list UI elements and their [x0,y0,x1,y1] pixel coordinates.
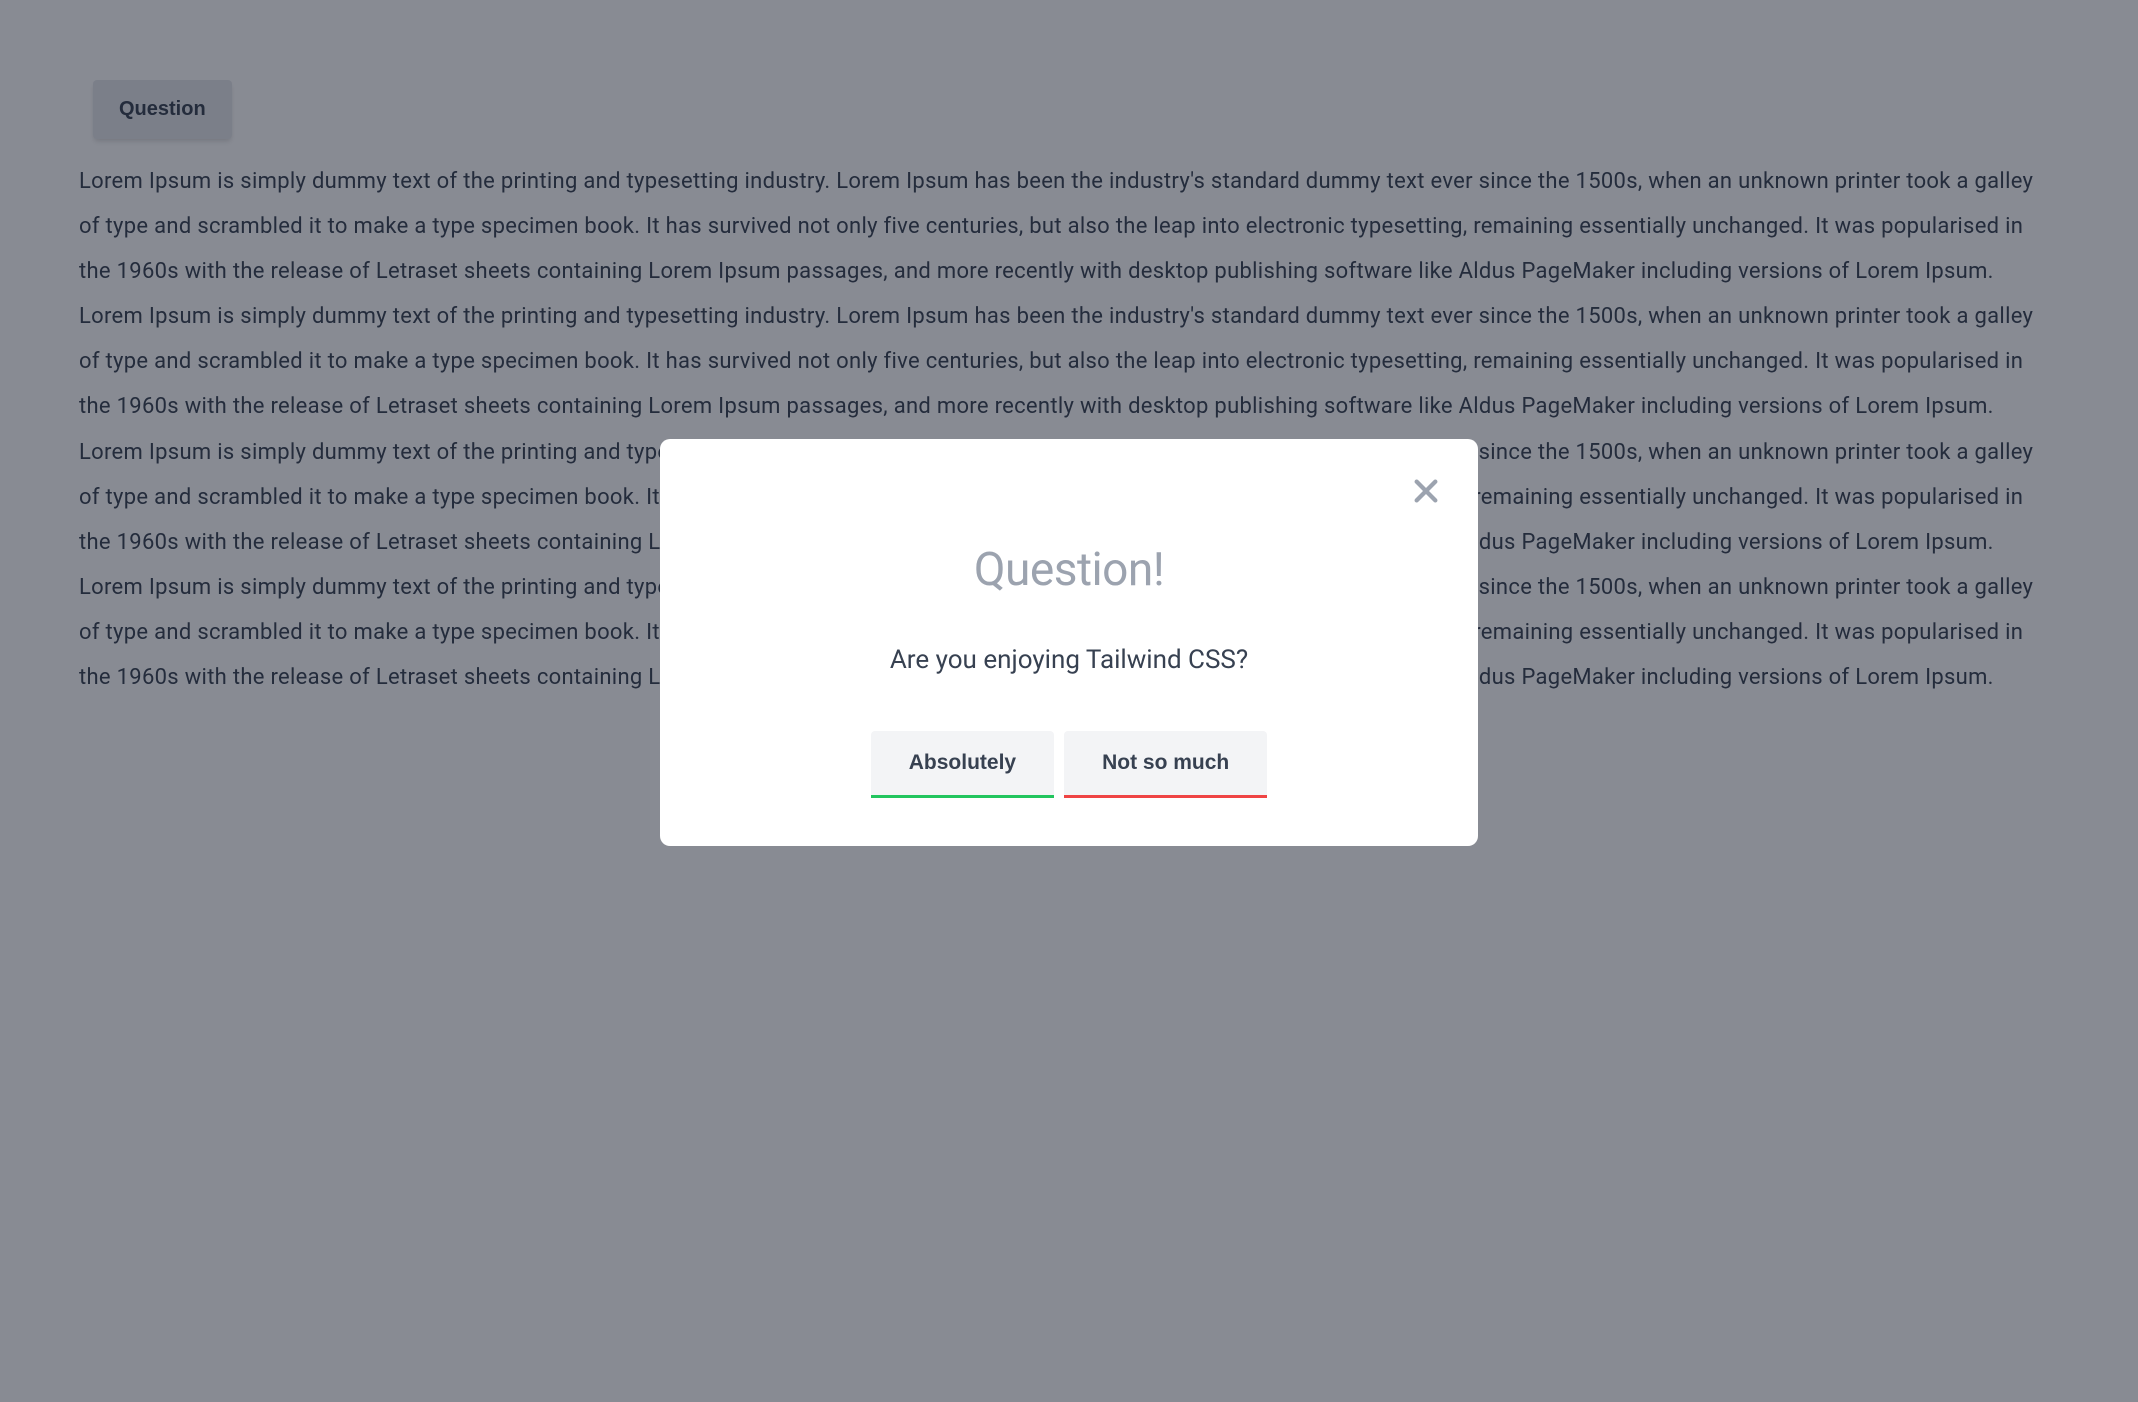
modal-actions: Absolutely Not so much [871,731,1268,798]
modal-title: Question! [974,543,1164,597]
close-icon [1410,475,1442,507]
close-button[interactable] [1404,469,1448,513]
modal-overlay[interactable]: Question! Are you enjoying Tailwind CSS?… [0,0,2138,1402]
absolutely-button[interactable]: Absolutely [871,731,1054,798]
question-modal: Question! Are you enjoying Tailwind CSS?… [660,439,1478,846]
not-so-much-button[interactable]: Not so much [1064,731,1267,798]
modal-subtitle: Are you enjoying Tailwind CSS? [890,645,1248,675]
